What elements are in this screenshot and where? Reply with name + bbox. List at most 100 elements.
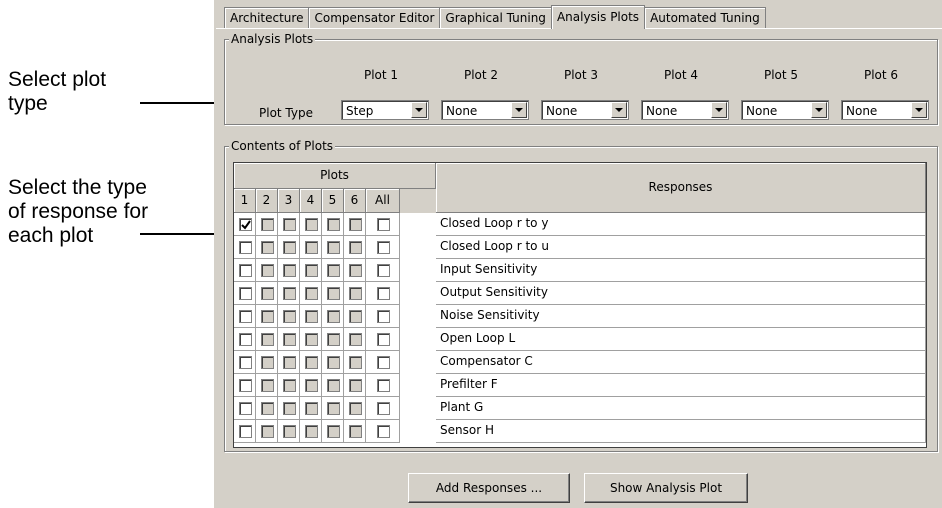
plot-2-checkbox[interactable]	[261, 379, 274, 392]
plot-1-checkbox[interactable]	[239, 356, 252, 369]
plot-1-checkbox[interactable]	[239, 310, 252, 323]
plot-2-checkbox[interactable]	[261, 425, 274, 438]
plot-6-checkbox[interactable]	[349, 402, 362, 415]
plot-3-checkbox[interactable]	[283, 333, 296, 346]
plot-type-select-5[interactable]: None	[741, 100, 829, 120]
plot-3-checkbox[interactable]	[283, 425, 296, 438]
plot-3-checkbox[interactable]	[283, 356, 296, 369]
annotation-select-response: Select the type of response for each plo…	[8, 176, 148, 248]
plot-all-checkbox[interactable]	[377, 379, 390, 392]
plot-1-checkbox[interactable]	[239, 425, 252, 438]
response-cell[interactable]: Sensor H	[436, 420, 926, 443]
plot-6-checkbox[interactable]	[349, 241, 362, 254]
plot-2-checkbox[interactable]	[261, 402, 274, 415]
tab-architecture[interactable]: Architecture	[224, 7, 310, 28]
plot-3-checkbox[interactable]	[283, 287, 296, 300]
plot-2-checkbox[interactable]	[261, 356, 274, 369]
show-analysis-plot-button[interactable]: Show Analysis Plot	[584, 473, 748, 503]
plot-all-checkbox[interactable]	[377, 333, 390, 346]
plot-6-checkbox[interactable]	[349, 287, 362, 300]
chevron-down-icon[interactable]	[611, 102, 627, 118]
plot-5-checkbox[interactable]	[327, 402, 340, 415]
plot-6-checkbox[interactable]	[349, 356, 362, 369]
plot-1-checkbox[interactable]	[239, 218, 252, 231]
plot-1-checkbox[interactable]	[239, 264, 252, 277]
response-cell[interactable]: Prefilter F	[436, 374, 926, 397]
plot-1-checkbox[interactable]	[239, 287, 252, 300]
chevron-down-icon[interactable]	[811, 102, 827, 118]
tab-analysis-plots[interactable]: Analysis Plots	[550, 5, 646, 29]
response-cell[interactable]: Output Sensitivity	[436, 282, 926, 305]
add-responses-button[interactable]: Add Responses ...	[408, 473, 570, 503]
plot-all-checkbox[interactable]	[377, 425, 390, 438]
plot-5-checkbox[interactable]	[327, 310, 340, 323]
plot-6-checkbox[interactable]	[349, 310, 362, 323]
plot-1-checkbox[interactable]	[239, 241, 252, 254]
plot-3-checkbox[interactable]	[283, 264, 296, 277]
tab-graphical-tuning[interactable]: Graphical Tuning	[439, 7, 552, 28]
plot-type-select-2[interactable]: None	[441, 100, 529, 120]
plot-5-checkbox[interactable]	[327, 264, 340, 277]
plot-2-checkbox[interactable]	[261, 218, 274, 231]
plot-all-checkbox[interactable]	[377, 264, 390, 277]
plot-5-checkbox[interactable]	[327, 333, 340, 346]
plot-all-checkbox[interactable]	[377, 287, 390, 300]
chevron-down-icon[interactable]	[711, 102, 727, 118]
chevron-down-icon[interactable]	[511, 102, 527, 118]
response-cell[interactable]: Compensator C	[436, 351, 926, 374]
plot-3-checkbox[interactable]	[283, 241, 296, 254]
plot-type-select-3[interactable]: None	[541, 100, 629, 120]
plot-all-checkbox[interactable]	[377, 241, 390, 254]
plot-5-checkbox[interactable]	[327, 241, 340, 254]
response-cell[interactable]: Input Sensitivity	[436, 259, 926, 282]
plot-all-checkbox[interactable]	[377, 356, 390, 369]
plot-4-checkbox[interactable]	[305, 333, 318, 346]
plot-2-checkbox[interactable]	[261, 287, 274, 300]
plot-6-checkbox[interactable]	[349, 333, 362, 346]
plot-4-checkbox[interactable]	[305, 402, 318, 415]
plot-2-checkbox[interactable]	[261, 241, 274, 254]
response-cell[interactable]: Closed Loop r to u	[436, 236, 926, 259]
plot-all-checkbox[interactable]	[377, 402, 390, 415]
plot-4-checkbox[interactable]	[305, 218, 318, 231]
plot-5-checkbox[interactable]	[327, 218, 340, 231]
plot-4-checkbox[interactable]	[305, 310, 318, 323]
tab-compensator-editor[interactable]: Compensator Editor	[308, 7, 441, 28]
plot-2-checkbox[interactable]	[261, 333, 274, 346]
chevron-down-icon[interactable]	[411, 102, 427, 118]
plot-4-checkbox[interactable]	[305, 287, 318, 300]
response-cell[interactable]: Noise Sensitivity	[436, 305, 926, 328]
plot-6-checkbox[interactable]	[349, 425, 362, 438]
plot-3-checkbox[interactable]	[283, 379, 296, 392]
plot-4-checkbox[interactable]	[305, 264, 318, 277]
response-cell[interactable]: Closed Loop r to y	[436, 213, 926, 236]
plot-4-checkbox[interactable]	[305, 425, 318, 438]
plot-1-checkbox[interactable]	[239, 379, 252, 392]
plot-type-select-6[interactable]: None	[841, 100, 929, 120]
plot-all-checkbox[interactable]	[377, 310, 390, 323]
plot-6-checkbox[interactable]	[349, 264, 362, 277]
plot-3-checkbox[interactable]	[283, 310, 296, 323]
plot-2-checkbox[interactable]	[261, 310, 274, 323]
plot-6-checkbox[interactable]	[349, 379, 362, 392]
plot-5-checkbox[interactable]	[327, 287, 340, 300]
plot-type-select-1[interactable]: Step	[341, 100, 429, 120]
plot-4-checkbox[interactable]	[305, 241, 318, 254]
chevron-down-icon[interactable]	[911, 102, 927, 118]
plot-1-checkbox[interactable]	[239, 333, 252, 346]
plot-6-checkbox[interactable]	[349, 218, 362, 231]
plot-4-checkbox[interactable]	[305, 356, 318, 369]
tab-automated-tuning[interactable]: Automated Tuning	[644, 7, 766, 28]
plot-1-checkbox[interactable]	[239, 402, 252, 415]
plot-5-checkbox[interactable]	[327, 356, 340, 369]
plot-5-checkbox[interactable]	[327, 425, 340, 438]
plot-5-checkbox[interactable]	[327, 379, 340, 392]
response-cell[interactable]: Plant G	[436, 397, 926, 420]
plot-4-checkbox[interactable]	[305, 379, 318, 392]
plot-3-checkbox[interactable]	[283, 402, 296, 415]
plot-3-checkbox[interactable]	[283, 218, 296, 231]
plot-2-checkbox[interactable]	[261, 264, 274, 277]
plot-all-checkbox[interactable]	[377, 218, 390, 231]
response-cell[interactable]: Open Loop L	[436, 328, 926, 351]
plot-type-select-4[interactable]: None	[641, 100, 729, 120]
